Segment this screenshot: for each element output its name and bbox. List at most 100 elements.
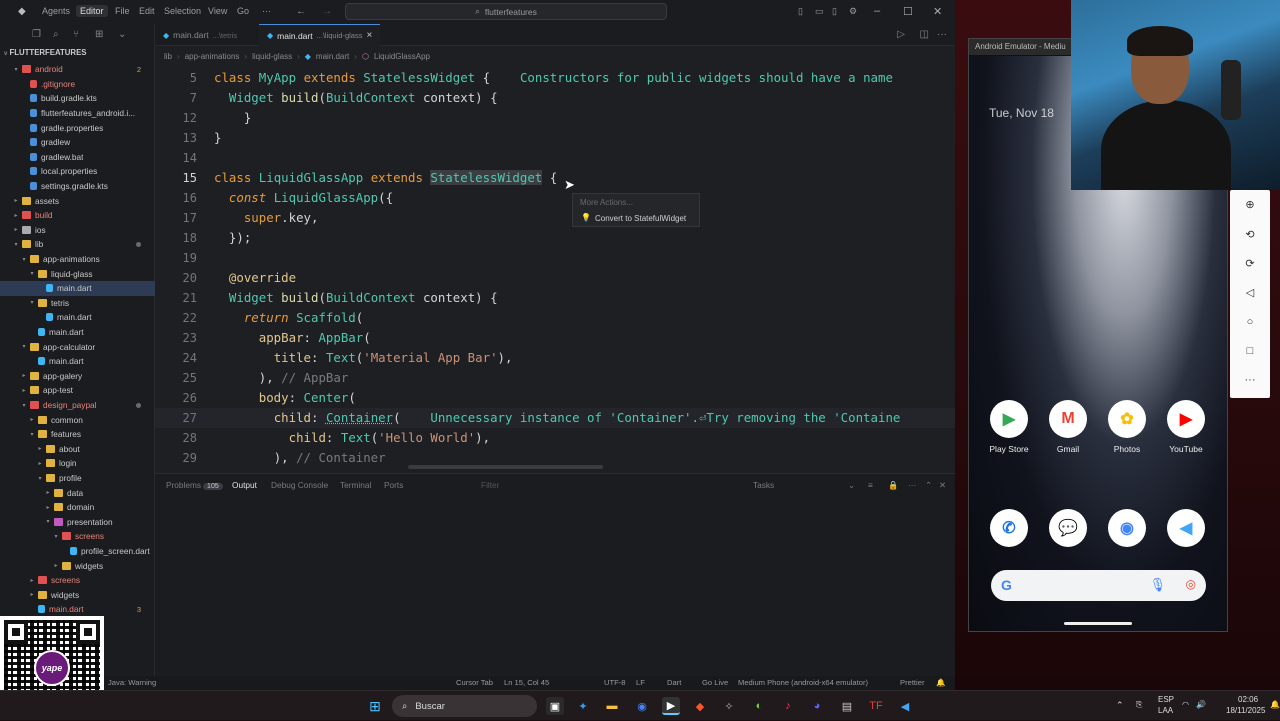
tree-folder[interactable]: ▾ tetris (0, 296, 155, 311)
panel-tab-debug-console[interactable]: Debug Console (271, 480, 328, 490)
menu-selection[interactable]: Selection (164, 6, 201, 16)
lens-icon[interactable]: ◎ (1186, 577, 1196, 591)
rotate-right-icon[interactable]: ⟳ (1230, 257, 1270, 270)
editor-toggle[interactable]: Editor (76, 5, 108, 17)
explorer-root-label[interactable]: FLUTTERFEATURES (10, 48, 87, 57)
breadcrumb-item[interactable]: liquid-glass (252, 52, 292, 61)
app-chrome[interactable]: ◉ (1099, 509, 1155, 553)
tree-folder[interactable]: ▾ presentation (0, 515, 155, 530)
cursor-ide-icon[interactable]: ▶ (662, 697, 680, 715)
menu-go[interactable]: Go (237, 6, 249, 16)
tree-folder[interactable]: ▾ app-animations (0, 252, 155, 267)
status-eol[interactable]: LF (636, 678, 645, 687)
app-play-store[interactable]: ▶ Play Store (981, 400, 1037, 454)
panel-tab-terminal[interactable]: Terminal (340, 480, 371, 490)
code-line[interactable]: 19 (155, 248, 955, 268)
chevron-down-icon[interactable]: ⌄ (848, 480, 855, 490)
tree-folder[interactable]: ▸ widgets (0, 588, 155, 603)
back-icon[interactable]: ◁ (1230, 286, 1270, 299)
app-gmail[interactable]: M Gmail (1040, 400, 1096, 454)
tree-folder[interactable]: ▸ widgets (0, 558, 155, 573)
status-go-live[interactable]: Go Live (702, 678, 728, 687)
layout-panel-icon[interactable]: ▭ (815, 6, 824, 17)
menu-view[interactable]: View (208, 6, 227, 16)
app-youtube[interactable]: ▶ YouTube (1158, 400, 1214, 454)
tree-folder[interactable]: ▸ data (0, 485, 155, 500)
status-position[interactable]: Ln 15, Col 45 (504, 678, 549, 687)
more-actions-icon[interactable]: ··· (908, 480, 916, 490)
code-line[interactable]: 22 return Scaffold( (155, 308, 955, 328)
tree-folder[interactable]: ▾ android 2 (0, 62, 155, 77)
maximize-panel-icon[interactable]: ⌃ (925, 480, 932, 490)
status-encoding[interactable]: UTF-8 (604, 678, 626, 687)
tree-folder[interactable]: ▾ design_paypal (0, 398, 155, 413)
tree-file[interactable]: profile_screen.dart (0, 544, 155, 559)
code-line[interactable]: 26 body: Center( (155, 388, 955, 408)
extensions-icon[interactable]: ⊞ (95, 29, 103, 40)
tree-file[interactable]: build.gradle.kts (0, 91, 155, 106)
tree-folder[interactable]: ▾ liquid-glass (0, 266, 155, 281)
panel-tab-output[interactable]: Output (232, 480, 257, 490)
clock-time[interactable]: 02:06 (1238, 695, 1258, 704)
tree-folder[interactable]: ▸ domain (0, 500, 155, 515)
code-line[interactable]: 17 super.key, (155, 208, 955, 228)
breadcrumb-item[interactable]: LiquidGlassApp (374, 52, 430, 61)
run-icon[interactable]: ▷ (897, 29, 905, 40)
more-icon[interactable]: ··· (1230, 374, 1270, 386)
tree-file[interactable]: main.dart (0, 354, 155, 369)
overview-icon[interactable]: □ (1230, 345, 1270, 357)
status-language[interactable]: Dart (667, 678, 681, 687)
panel-tab-ports[interactable]: Ports (384, 480, 403, 490)
tree-file[interactable]: gradlew.bat (0, 150, 155, 165)
speaker-icon[interactable]: 🔊 (1196, 700, 1206, 709)
source-control-icon[interactable]: ⑂ (73, 29, 79, 40)
tree-file[interactable]: main.dart (0, 310, 155, 325)
taskbar-search[interactable]: ⌕ Buscar (392, 695, 537, 717)
layout-secondary-icon[interactable]: ▯ (832, 6, 837, 17)
code-line[interactable]: 14 (155, 148, 955, 168)
code-line[interactable]: 23 appBar: AppBar( (155, 328, 955, 348)
status-device[interactable]: Medium Phone (android-x64 emulator) (738, 678, 868, 687)
home-icon[interactable]: ○ (1230, 316, 1270, 328)
clock-date[interactable]: 18/11/2025 (1226, 706, 1265, 715)
root-chevron-icon[interactable]: v (4, 51, 7, 57)
code-line[interactable]: 20 @override (155, 268, 955, 288)
tab-main-dart-liquid-glass[interactable]: ◆ main.dart ...\liquid-glass × (259, 24, 381, 46)
chevron-down-icon[interactable]: ⌄ (118, 29, 126, 40)
tree-folder[interactable]: ▸ login (0, 456, 155, 471)
chrome-icon[interactable]: ◉ (633, 697, 651, 715)
convert-to-stateful-action[interactable]: Convert to StatefulWidget (595, 214, 686, 223)
brave-icon[interactable]: ◆ (691, 697, 709, 715)
tree-file[interactable]: main.dart (0, 281, 155, 296)
tree-folder[interactable]: ▸ app-test (0, 383, 155, 398)
app-icon[interactable]: ✧ (720, 697, 738, 715)
command-search[interactable]: ⌕ flutterfeatures (345, 3, 667, 20)
code-line[interactable]: 25 ), // AppBar (155, 368, 955, 388)
notification-icon[interactable]: 🔔 (1270, 700, 1280, 709)
menu-file[interactable]: File (115, 6, 130, 16)
java-status[interactable]: Java: Warning (108, 678, 156, 687)
microphone-icon[interactable]: 🎙 (1149, 577, 1166, 593)
breadcrumb-item[interactable]: lib (164, 52, 172, 61)
usb-icon[interactable]: ⎘ (1136, 700, 1142, 710)
close-window-icon[interactable]: ✕ (933, 5, 942, 18)
tree-folder[interactable]: ▸ about (0, 442, 155, 457)
tree-file[interactable]: main.dart 3 (0, 602, 155, 617)
app-phone[interactable]: ✆ (981, 509, 1037, 553)
menu-edit[interactable]: Edit (139, 6, 155, 16)
code-line[interactable]: 18 }); (155, 228, 955, 248)
tree-file[interactable]: main.dart (0, 325, 155, 340)
forward-arrow-icon[interactable]: → (322, 6, 332, 17)
code-line[interactable]: 13} (155, 128, 955, 148)
app-icon[interactable]: ◐ (750, 697, 768, 715)
copilot-icon[interactable]: ✦ (574, 697, 592, 715)
file-explorer-icon[interactable]: ▬ (603, 697, 621, 715)
settings-gear-icon[interactable]: ⚙ (849, 6, 857, 17)
maximize-icon[interactable]: ☐ (903, 5, 913, 18)
wifi-icon[interactable]: ◠ (1182, 700, 1189, 709)
google-search-bar[interactable]: G 🎙 ◎ (991, 570, 1206, 601)
app-photos[interactable]: ✿ Photos (1099, 400, 1155, 454)
code-line[interactable]: 16 const LiquidGlassApp({ (155, 188, 955, 208)
layout-sidebar-icon[interactable]: ▯ (798, 6, 803, 17)
tree-folder[interactable]: ▸ common (0, 412, 155, 427)
